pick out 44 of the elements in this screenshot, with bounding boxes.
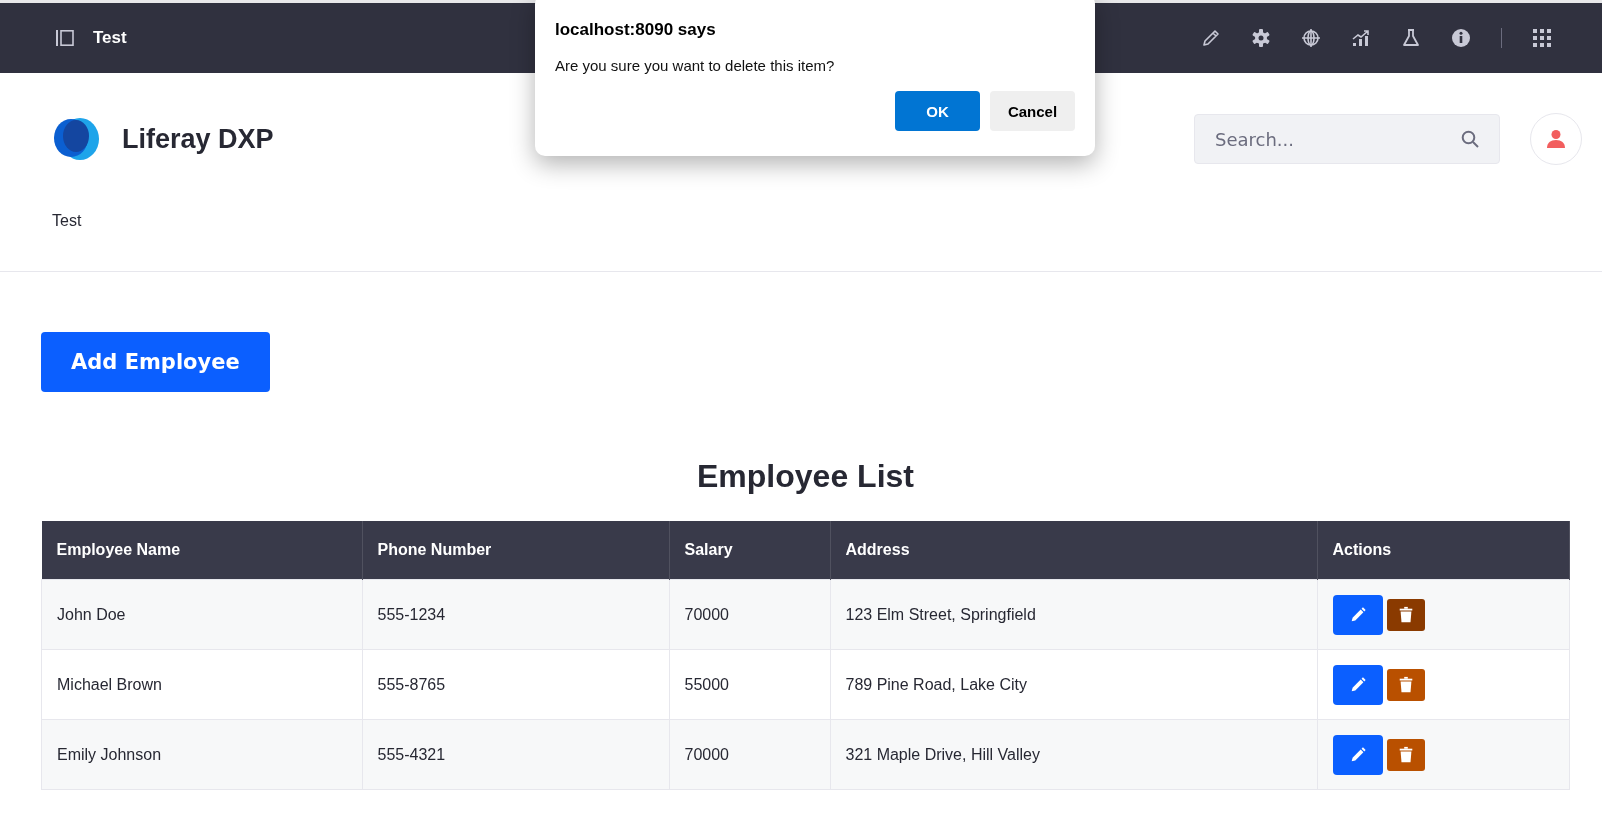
dialog-title: localhost:8090 says — [555, 20, 717, 40]
column-header: Salary — [669, 521, 830, 580]
info-icon[interactable] — [1451, 28, 1471, 48]
table-cell: 555-4321 — [362, 719, 669, 790]
settings-icon[interactable] — [1251, 28, 1271, 48]
edit-button[interactable] — [1332, 664, 1383, 705]
delete-button[interactable] — [1386, 598, 1425, 631]
search-field[interactable]: Search... — [1194, 114, 1500, 164]
table-title: Employee List — [696, 458, 915, 495]
user-icon — [1547, 129, 1565, 149]
page-title: Test — [93, 28, 127, 48]
column-header: Actions — [1317, 521, 1570, 580]
edit-button[interactable] — [1332, 734, 1383, 775]
table-cell: 70000 — [669, 579, 830, 650]
ok-button[interactable]: OK — [895, 91, 980, 131]
table-cell: 55000 — [669, 649, 830, 720]
table-cell: 70000 — [669, 719, 830, 790]
column-header: Phone Number — [362, 521, 669, 580]
sidebar-toggle-icon[interactable] — [55, 28, 75, 48]
flask-icon[interactable] — [1401, 28, 1421, 48]
search-icon[interactable] — [1460, 129, 1480, 149]
table-cell: Emily Johnson — [41, 719, 362, 790]
cancel-button[interactable]: Cancel — [990, 91, 1075, 131]
dialog-message: Are you sure you want to delete this item? — [555, 57, 836, 74]
site-name[interactable]: Liferay DXP — [122, 123, 274, 155]
column-header: Employee Name — [41, 521, 362, 580]
pencil-icon[interactable] — [1201, 28, 1221, 48]
table-cell: 123 Elm Street, Springfield — [830, 579, 1317, 650]
table-cell: 321 Maple Drive, Hill Valley — [830, 719, 1317, 790]
add-employee-button[interactable]: Add Employee — [41, 332, 270, 392]
table-cell: 555-8765 — [362, 649, 669, 720]
table-cell: Michael Brown — [41, 649, 362, 720]
logo-icon[interactable] — [52, 117, 100, 161]
globe-target-icon[interactable] — [1301, 28, 1321, 48]
delete-button[interactable] — [1386, 738, 1425, 771]
table-cell: 789 Pine Road, Lake City — [830, 649, 1317, 720]
table-cell: John Doe — [41, 579, 362, 650]
table-cell: 555-1234 — [362, 579, 669, 650]
column-header: Address — [830, 521, 1317, 580]
nav-link[interactable]: Test — [52, 212, 82, 229]
apps-grid-icon[interactable] — [1532, 28, 1552, 48]
edit-button[interactable] — [1332, 594, 1383, 635]
delete-button[interactable] — [1386, 668, 1425, 701]
chart-trend-icon[interactable] — [1351, 28, 1371, 48]
